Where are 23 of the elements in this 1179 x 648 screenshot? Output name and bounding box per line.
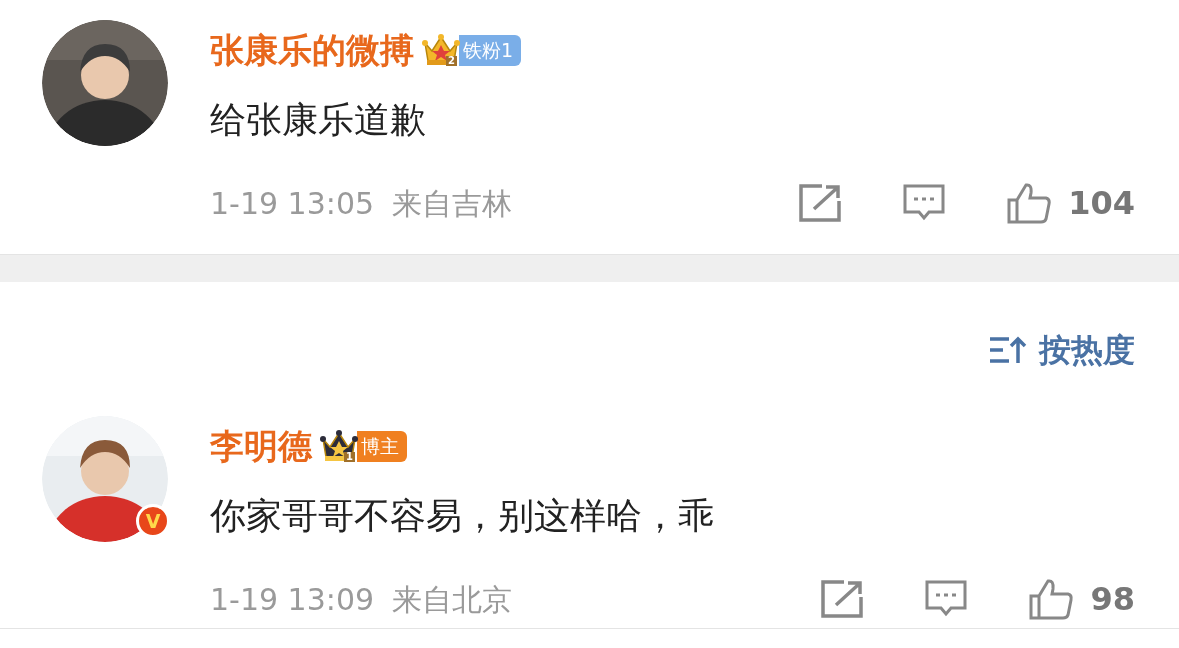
like-icon[interactable] [1028,577,1075,621]
crown-level: 1 [344,452,355,462]
comment-icon[interactable] [902,183,947,223]
comment-text: 你家哥哥不容易，别这样哈，乖 [210,498,715,534]
user-badge: 博主 [356,430,407,462]
comment-time: 1-19 13:09 [210,580,375,619]
crown-level: 2 [446,56,457,66]
user-name[interactable]: 李明德 [210,429,312,463]
share-icon[interactable] [820,579,865,619]
sort-button[interactable]: 按热度 [989,326,1135,374]
user-name[interactable]: 张康乐的微搏 [210,33,414,67]
sort-icon [989,335,1027,365]
verified-badge: V [136,504,170,538]
comment-icon[interactable] [924,579,969,619]
comment-location: 来自吉林 [392,184,513,223]
share-icon[interactable] [798,183,843,223]
comment-text: 给张康乐道歉 [210,102,427,138]
comment-time: 1-19 13:05 [210,184,375,223]
like-icon[interactable] [1006,181,1053,225]
comment-location: 来自北京 [392,580,513,619]
user-badge: 铁粉1 [458,34,522,66]
like-count: 98 [1090,579,1135,620]
like-count: 104 [1068,183,1135,224]
